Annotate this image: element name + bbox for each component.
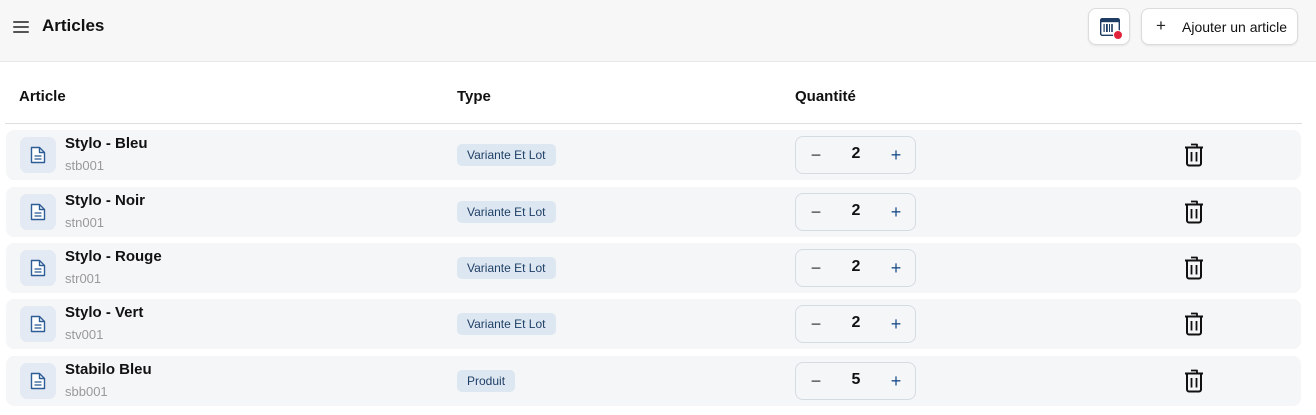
notification-dot [1113,30,1123,40]
increment-button[interactable]: + [886,370,906,392]
quantity-stepper: − 2 + [795,136,916,174]
table-row: Stylo - Vert stv001 Variante Et Lot − 2 … [6,299,1301,349]
article-name: Stabilo Bleu [65,361,152,378]
trash-icon[interactable] [1184,200,1206,226]
hamburger-menu-icon[interactable] [13,20,31,34]
article-code: str001 [65,271,102,286]
document-icon [20,363,56,399]
trash-icon[interactable] [1184,143,1206,169]
decrement-button[interactable]: − [806,144,826,166]
trash-icon[interactable] [1184,369,1206,395]
barcode-scan-button[interactable] [1088,8,1130,45]
article-name: Stylo - Bleu [65,135,148,152]
article-code: stv001 [65,327,104,342]
table-row: Stylo - Bleu stb001 Variante Et Lot − 2 … [6,130,1301,180]
quantity-value[interactable]: 2 [840,145,872,163]
column-header-quantity: Quantité [795,88,856,105]
document-icon [20,250,56,286]
quantity-value[interactable]: 5 [840,371,872,389]
trash-icon[interactable] [1184,256,1206,282]
type-badge: Produit [457,370,516,392]
decrement-button[interactable]: − [806,257,826,279]
document-icon [20,194,56,230]
add-article-button[interactable]: + Ajouter un article [1141,8,1298,45]
page-title: Articles [42,16,105,35]
article-code: stn001 [65,215,105,230]
type-badge: Variante Et Lot [457,144,556,166]
type-badge: Variante Et Lot [457,257,556,279]
type-badge: Variante Et Lot [457,313,556,335]
increment-button[interactable]: + [886,257,906,279]
quantity-stepper: − 2 + [795,249,916,287]
document-icon [20,137,56,173]
article-code: sbb001 [65,384,108,399]
quantity-value[interactable]: 2 [840,258,872,276]
quantity-value[interactable]: 2 [840,202,872,220]
column-header-type: Type [457,88,491,105]
add-article-label: Ajouter un article [1182,19,1288,35]
article-code: stb001 [65,158,105,173]
article-name: Stylo - Rouge [65,248,162,265]
decrement-button[interactable]: − [806,370,826,392]
plus-icon: + [1156,16,1166,35]
trash-icon[interactable] [1184,312,1206,338]
column-header-article: Article [19,88,66,105]
app-header: Articles + Ajouter un article [0,0,1316,62]
quantity-stepper: − 2 + [795,305,916,343]
table-row: Stylo - Rouge str001 Variante Et Lot − 2… [6,243,1301,293]
table-row: Stabilo Bleu sbb001 Produit − 5 + [6,356,1301,406]
increment-button[interactable]: + [886,144,906,166]
table-row: Stylo - Noir stn001 Variante Et Lot − 2 … [6,187,1301,237]
article-name: Stylo - Vert [65,304,144,321]
decrement-button[interactable]: − [806,313,826,335]
increment-button[interactable]: + [886,201,906,223]
quantity-value[interactable]: 2 [840,314,872,332]
document-icon [20,306,56,342]
quantity-stepper: − 2 + [795,193,916,231]
increment-button[interactable]: + [886,313,906,335]
decrement-button[interactable]: − [806,201,826,223]
header-divider [5,123,1302,124]
type-badge: Variante Et Lot [457,201,556,223]
article-name: Stylo - Noir [65,192,146,209]
quantity-stepper: − 5 + [795,362,916,400]
